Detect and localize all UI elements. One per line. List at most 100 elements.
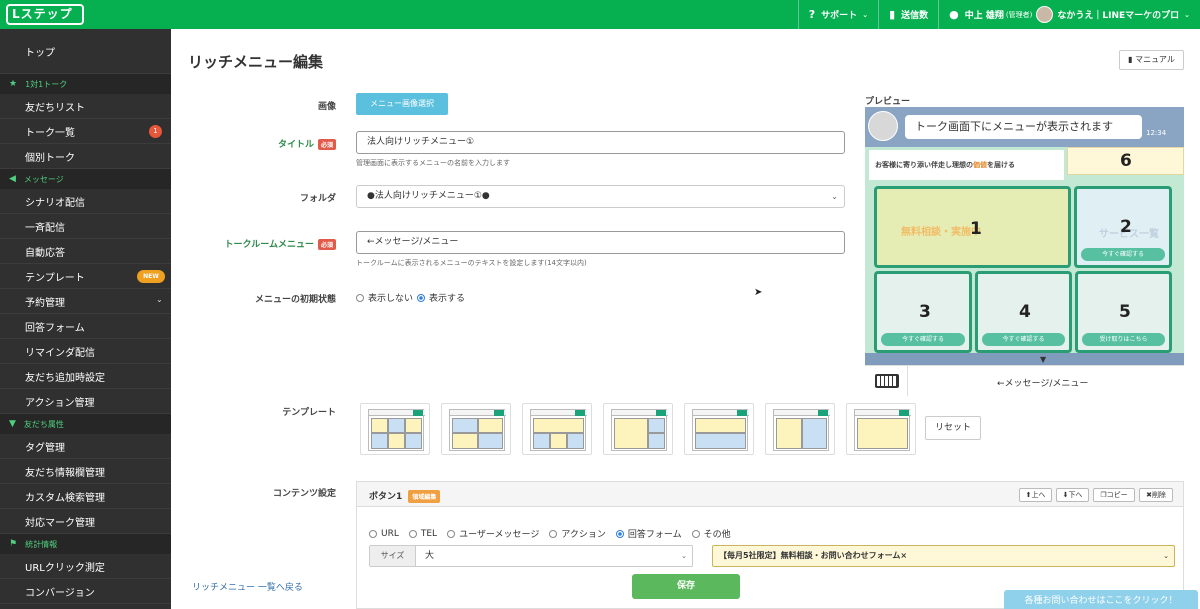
radio-show[interactable] [417,293,426,302]
thumb-block [478,433,503,449]
talkroom-menu-input[interactable]: ←メッセージ/メニュー [356,231,845,254]
support-contact-button[interactable]: 各種お問い合わせはここをクリック！ [1004,590,1198,609]
folder-select[interactable]: ●法人向けリッチメニュー①● ⌄ [356,185,845,208]
account-menu[interactable]: ● 中上 雄翔 (管理者) なかうえ｜LINEマーケのプロ ⌄ [938,0,1200,29]
move-down-button[interactable]: ⬇下へ [1056,488,1089,502]
sidebar-item-url-click[interactable]: URLクリック測定 [0,554,171,579]
thumb-block [695,433,746,449]
radio-circle [408,529,417,538]
sidebar-item-label: トップ [25,47,55,59]
support-menu[interactable]: ? サポート ⌄ [797,0,878,29]
template-option-6[interactable] [765,403,835,455]
sidebar-item-template[interactable]: テンプレート NEW [0,264,171,289]
sidebar-item-tags[interactable]: タグ管理 [0,434,171,459]
template-option-5[interactable] [684,403,754,455]
area-edit-tag[interactable]: 領域編集 [408,490,441,503]
sidebar-item-auto-reply[interactable]: 自動応答 [0,239,171,264]
chat-time: 12:34 [1146,129,1167,137]
size-select[interactable]: サイズ 大 ⌄ [369,545,693,567]
button-title: ボタン1 領域編集 [369,489,441,503]
sidebar-item-custom-search[interactable]: カスタム検索管理 [0,484,171,509]
send-count-label: 送信数 [901,11,929,21]
preview-menu-text[interactable]: ←メッセージ/メニュー [997,376,1088,389]
mouse-cursor-icon: ➤ [754,287,763,298]
back-to-list-link[interactable]: リッチメニュー 一覧へ戻る [192,580,303,593]
sidebar-item-label: 自動応答 [25,247,65,259]
preview-menu-bar: ←メッセージ/メニュー [865,365,1184,396]
copy-button[interactable]: ❐コピー [1093,488,1135,502]
action-type-radios: URL TEL ユーザーメッセージ アクション 回答フォーム その他 [369,527,741,540]
sidebar-item-reminder[interactable]: リマインダ配信 [0,339,171,364]
sidebar-item-friend-add-settings[interactable]: 友だち追加時設定 [0,364,171,389]
sidebar-item-label: 友だちリスト [25,102,85,114]
answer-form-select[interactable]: 【毎月5社限定】無料相談・お問い合わせフォーム× ⌄ [712,545,1175,567]
template-option-7[interactable] [846,403,916,455]
type-url[interactable]: URL [369,529,399,539]
menu-area-5[interactable]: 5 受け取りはこちら [1075,271,1172,353]
area-number: 6 [1120,151,1132,171]
manual-button[interactable]: ▮ マニュアル [1119,50,1184,70]
sidebar-item-individual-talk[interactable]: 個別トーク [0,144,171,169]
sidebar-section-title: 統計情報 [25,539,58,549]
sidebar-item-broadcast[interactable]: 一斉配信 [0,214,171,239]
collapse-arrow-icon[interactable]: ▼ [1040,355,1046,364]
image-label: 画像 [317,102,336,112]
sidebar-item-scenario[interactable]: シナリオ配信 [0,189,171,214]
type-label: 回答フォーム [627,530,682,540]
delete-button[interactable]: ✖削除 [1139,488,1173,502]
reset-button[interactable]: リセット [925,416,981,440]
sidebar: トップ ★ 1対1トーク 友だちリスト トーク一覧 1 個別トーク ◀ メッセージ シ… [0,29,171,609]
radio-hide-label: 表示しない [368,294,414,304]
template-option-1[interactable] [360,403,430,455]
sidebar-item-talk-list[interactable]: トーク一覧 1 [0,119,171,144]
rich-menu-header: お客様に寄り添い伴走し理想の価値を届ける [869,150,1064,180]
area-number: 2 [1120,217,1132,237]
title-input[interactable]: 法人向けリッチメニュー① [356,131,845,154]
type-tel[interactable]: TEL [408,529,437,539]
move-up-button[interactable]: ⬆上へ [1019,488,1052,502]
new-badge: NEW [137,270,165,283]
area-cta: 受け取りはこちら [1082,333,1165,346]
template-option-2[interactable] [441,403,511,455]
menu-area-1[interactable]: 無料相談・実施中 1 [874,186,1071,268]
sidebar-section-stats: ⚑ 統計情報 [0,534,171,554]
type-other[interactable]: その他 [691,527,731,540]
sidebar-item-marks[interactable]: 対応マーク管理 [0,509,171,534]
sidebar-item-top[interactable]: トップ [0,29,171,74]
sidebar-item-reservation[interactable]: 予約管理 ⌄ [0,289,171,314]
user-name: 中上 雄翔 [964,11,1004,21]
menu-area-6[interactable]: 6 [1067,147,1184,175]
keyboard-icon[interactable] [875,374,899,388]
radio-hide[interactable] [356,293,364,302]
sidebar-item-friend-info[interactable]: 友だち情報欄管理 [0,459,171,484]
sidebar-item-label: トーク一覧 [25,127,75,139]
save-button[interactable]: 保存 [632,574,740,599]
type-user-message[interactable]: ユーザーメッセージ [447,527,539,540]
menu-area-3[interactable]: 3 今すぐ確認する [874,271,972,353]
thumb-block [695,418,746,433]
type-answer-form[interactable]: 回答フォーム [615,527,682,540]
menu-area-2[interactable]: サービス一覧 2 今すぐ確認する [1074,186,1172,268]
template-thumbnail [773,409,830,451]
template-option-3[interactable] [522,403,592,455]
thumb-tag [413,410,423,416]
move-up-label: 上へ [1031,491,1046,499]
size-value: 大 [425,551,435,561]
radio-circle [369,529,377,538]
sidebar-item-action[interactable]: アクション管理 [0,389,171,414]
sidebar-item-conversion[interactable]: コンバージョン [0,579,171,604]
template-option-4[interactable] [603,403,673,455]
thumb-block [533,433,550,449]
required-badge: 必須 [317,139,336,150]
select-image-button[interactable]: メニュー画像選択 [356,93,448,115]
sidebar-item-answer-form[interactable]: 回答フォーム [0,314,171,339]
sidebar-item-friends-list[interactable]: 友だちリスト [0,94,171,119]
type-action[interactable]: アクション [549,527,606,540]
app-logo[interactable]: Lステップ [6,4,84,25]
area-cta: 今すぐ確認する [881,333,965,346]
sidebar-item-label: テンプレート [25,272,85,284]
menu-area-4[interactable]: 4 今すぐ確認する [975,271,1072,353]
divider [907,366,908,396]
send-count-link[interactable]: ▮ 送信数 [878,0,938,29]
chevron-down-icon: ⌄ [1163,552,1169,560]
